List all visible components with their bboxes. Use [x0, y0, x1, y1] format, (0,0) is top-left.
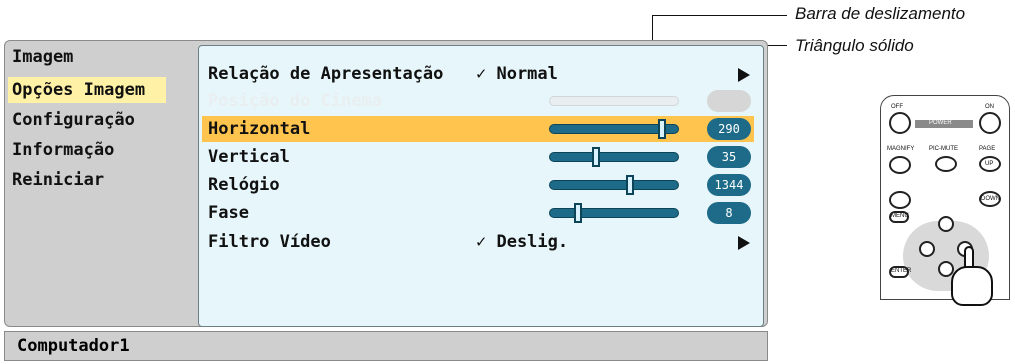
- remote-zoom-minus-button[interactable]: [889, 191, 911, 209]
- callout-solid-triangle: Triângulo sólido: [795, 36, 914, 55]
- slider-relogio[interactable]: [549, 175, 679, 195]
- slider-horizontal[interactable]: [549, 119, 679, 139]
- slider-vertical[interactable]: [549, 147, 679, 167]
- triangle-right-icon[interactable]: [738, 236, 750, 250]
- row-label: Horizontal: [208, 119, 311, 139]
- slider-disabled: [549, 96, 679, 106]
- slider-thumb[interactable]: [625, 175, 634, 195]
- callout-slider-bar: Barra de deslizamento: [795, 4, 966, 23]
- row-posicao-cinema: Posição do Cinema: [202, 88, 754, 114]
- status-bar: Computador1: [4, 331, 768, 361]
- value-badge: 290: [707, 118, 751, 140]
- remote-control: OFF ON POWER MAGNIFY PIC-MUTE PAGE UP DO…: [880, 95, 1010, 306]
- row-relogio[interactable]: Relógio 1344: [202, 172, 754, 198]
- row-label: Fase: [208, 203, 249, 223]
- menu-item-imagem[interactable]: Imagem: [8, 44, 166, 70]
- slider-thumb[interactable]: [658, 119, 666, 139]
- remote-magnify-label: MAGNIFY: [887, 146, 915, 152]
- slider-thumb[interactable]: [592, 147, 600, 167]
- value-badge-disabled: [707, 90, 751, 112]
- row-value: ✓ Normal: [476, 64, 558, 84]
- status-source-label: Computador1: [17, 336, 130, 356]
- remote-left-arrow-button[interactable]: [919, 241, 935, 257]
- remote-page-label: PAGE: [979, 146, 996, 152]
- remote-power-label: POWER: [929, 120, 952, 126]
- hand-palm-icon: [951, 266, 993, 306]
- menu-item-reiniciar[interactable]: Reiniciar: [8, 167, 166, 193]
- slider-fase[interactable]: [549, 203, 679, 223]
- menu-item-informacao[interactable]: Informação: [8, 137, 166, 163]
- row-vertical[interactable]: Vertical 35: [202, 144, 754, 170]
- row-fase[interactable]: Fase 8: [202, 200, 754, 226]
- triangle-right-icon[interactable]: [738, 68, 750, 82]
- row-label: Relação de Apresentação: [208, 64, 444, 84]
- remote-pic-mute-label: PIC-MUTE: [929, 146, 958, 152]
- value-badge: 35: [707, 146, 751, 168]
- remote-off-label: OFF: [891, 104, 903, 110]
- menu-item-configuracao[interactable]: Configuração: [8, 107, 166, 133]
- value-badge: 1344: [707, 174, 751, 196]
- row-filtro-video[interactable]: Filtro Vídeo ✓ Deslig.: [202, 229, 754, 255]
- value-badge: 8: [707, 202, 751, 224]
- row-label: Posição do Cinema: [208, 91, 382, 111]
- remote-on-label: ON: [985, 104, 994, 110]
- remote-zoom-plus-button[interactable]: [889, 156, 911, 174]
- remote-up-arrow-button[interactable]: [938, 216, 954, 232]
- remote-enter-label: ENTER: [891, 268, 912, 274]
- row-horizontal[interactable]: Horizontal 290: [202, 116, 754, 142]
- remote-on-button[interactable]: [979, 112, 1001, 134]
- menu-item-opcoes-imagem[interactable]: Opções Imagem: [8, 77, 166, 103]
- row-label: Vertical: [208, 147, 290, 167]
- remote-down-label: DOWN: [981, 196, 1000, 202]
- row-label: Filtro Vídeo: [208, 232, 331, 252]
- remote-up-label: UP: [985, 161, 994, 167]
- callout-line-slider-h: [652, 15, 787, 16]
- row-value: ✓ Deslig.: [476, 232, 569, 252]
- remote-menu-label: MENU: [891, 213, 909, 219]
- remote-pic-mute-button[interactable]: [935, 156, 957, 172]
- row-label: Relógio: [208, 175, 280, 195]
- slider-thumb[interactable]: [574, 203, 582, 223]
- remote-off-button[interactable]: [889, 112, 911, 134]
- row-relacao-apresentacao[interactable]: Relação de Apresentação ✓ Normal: [202, 61, 754, 87]
